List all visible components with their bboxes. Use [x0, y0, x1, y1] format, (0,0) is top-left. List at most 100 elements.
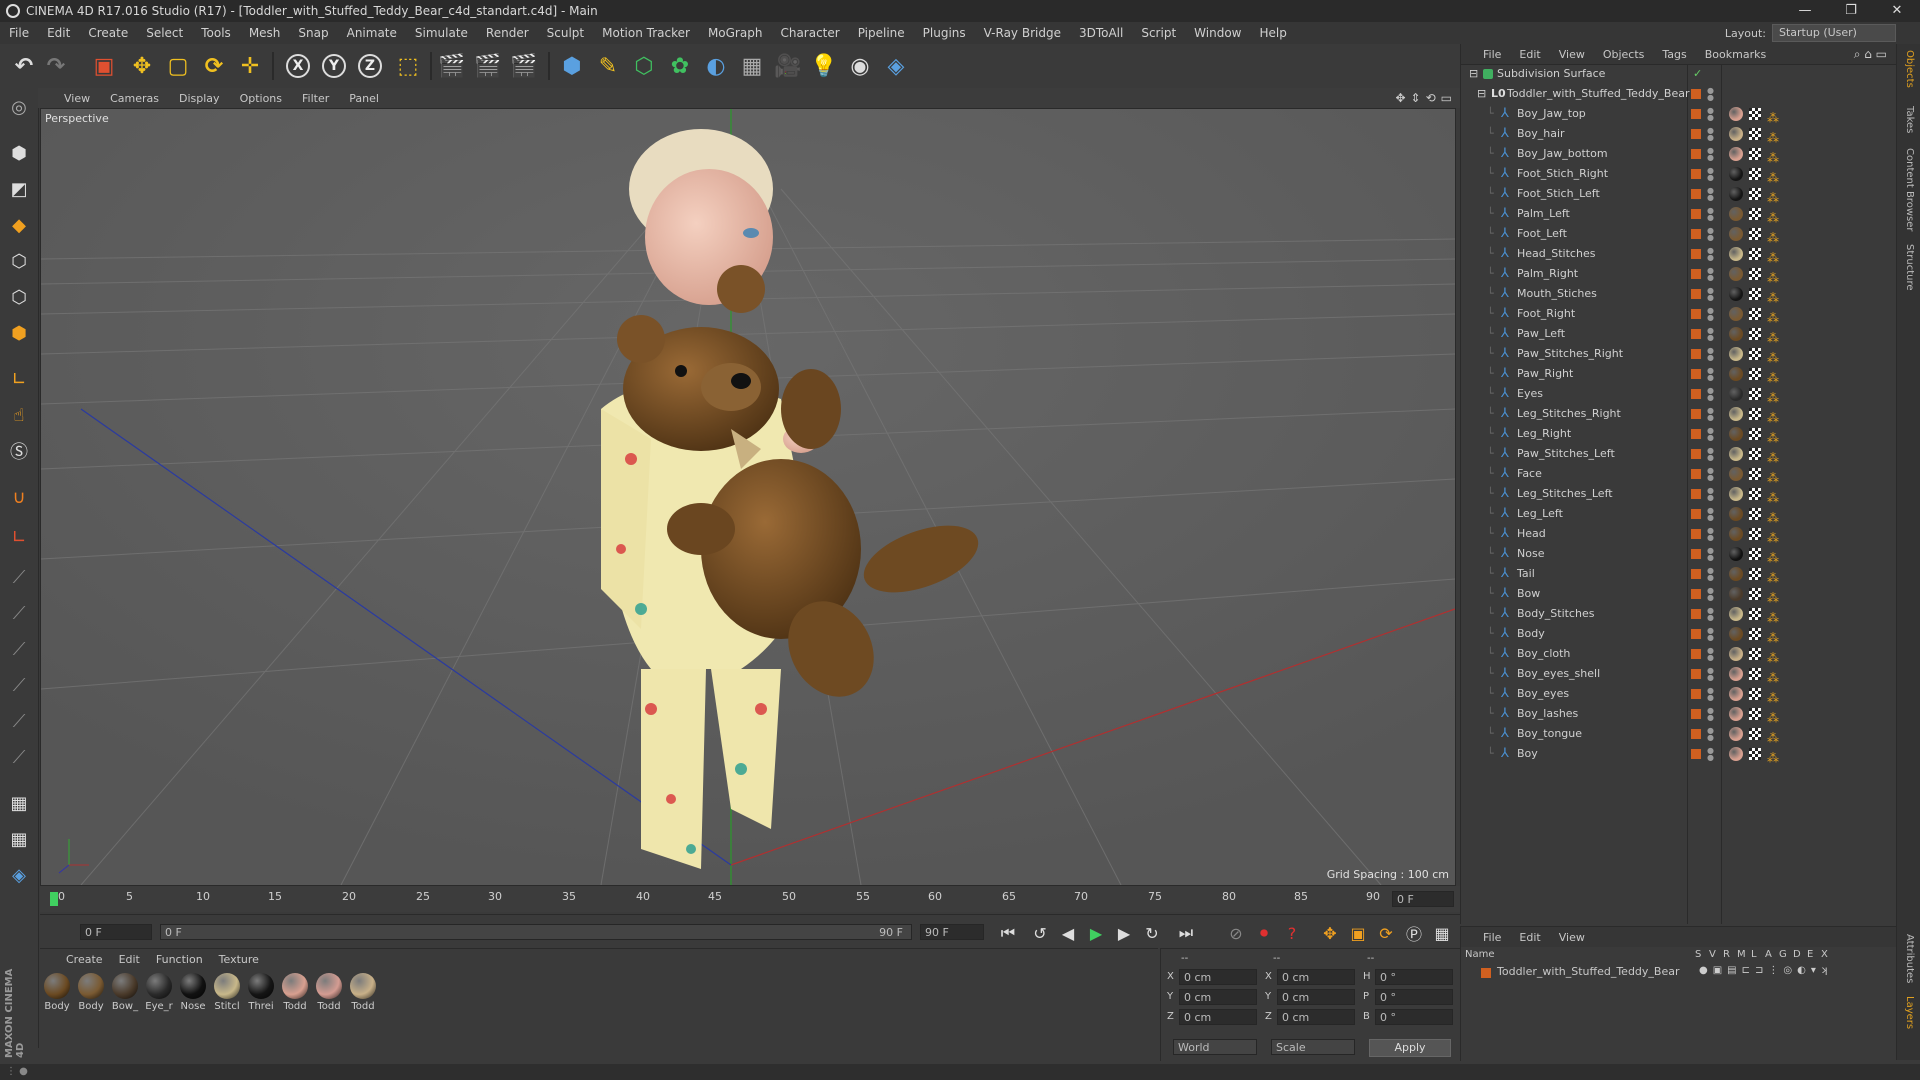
move-icon[interactable]: ✥	[126, 50, 158, 82]
texture-tag-icon[interactable]	[1749, 288, 1761, 300]
render-settings-icon[interactable]: 🎬	[508, 50, 540, 82]
texture-tag-icon[interactable]	[1749, 308, 1761, 320]
snap-icon[interactable]: Ⓢ	[4, 436, 34, 466]
menu-motion-tracker[interactable]: Motion Tracker	[593, 22, 699, 44]
material-tag-icon[interactable]	[1729, 607, 1743, 621]
visibility-dots[interactable]: ● ●	[1707, 607, 1714, 622]
object-row[interactable]: └ ⅄ Boy_hair ● ● ⁂	[1461, 124, 1897, 145]
material-tag-icon[interactable]	[1729, 747, 1743, 761]
layout-select[interactable]: Startup (User)	[1772, 24, 1896, 42]
texture-tag-icon[interactable]	[1749, 528, 1761, 540]
visibility-dots[interactable]: ● ●	[1707, 87, 1714, 102]
cube-icon[interactable]: ⬢	[556, 50, 588, 82]
object-row[interactable]: └ ⅄ Paw_Stitches_Left ● ● ⁂	[1461, 444, 1897, 465]
visibility-dots[interactable]: ● ●	[1707, 287, 1714, 302]
brush-p-icon[interactable]: ⟋	[4, 598, 34, 628]
previous-frame-icon[interactable]: ◀	[1056, 921, 1080, 945]
menu-create[interactable]: Create	[79, 22, 137, 44]
material-swatch[interactable]: Todd	[314, 973, 344, 1012]
tab-takes[interactable]: Takes	[1904, 106, 1915, 133]
viewport-menu-panel[interactable]: Panel	[339, 92, 389, 105]
texture-tag-icon[interactable]	[1749, 348, 1761, 360]
visibility-dots[interactable]: ● ●	[1707, 147, 1714, 162]
visibility-dots[interactable]: ● ●	[1707, 727, 1714, 742]
brush-g-icon[interactable]: ⟋	[4, 706, 34, 736]
visibility-dots[interactable]: ● ●	[1707, 347, 1714, 362]
objects-menu-file[interactable]: File	[1461, 48, 1510, 61]
pen-spline-icon[interactable]: ✎	[592, 50, 624, 82]
edges-mode-icon[interactable]: ⬡	[4, 282, 34, 312]
texture-tag-icon[interactable]	[1749, 688, 1761, 700]
visibility-dots[interactable]: ● ●	[1707, 647, 1714, 662]
enabled-check-icon[interactable]: ✓	[1693, 64, 1702, 84]
subdivision-icon[interactable]: ⬡	[628, 50, 660, 82]
vray-icon[interactable]: ◉	[844, 50, 876, 82]
perspective-viewport[interactable]: Perspective Grid Spacing : 100 cm	[40, 108, 1456, 886]
mograph-cloner-icon[interactable]: ✿	[664, 50, 696, 82]
visibility-dots[interactable]: ● ●	[1707, 667, 1714, 682]
scale-icon[interactable]: ▢	[162, 50, 194, 82]
menu-help[interactable]: Help	[1250, 22, 1295, 44]
axis-mode-icon[interactable]: ∟	[4, 364, 34, 394]
object-row[interactable]: └ ⅄ Body ● ● ⁂	[1461, 624, 1897, 645]
texture-tag-icon[interactable]	[1749, 228, 1761, 240]
object-row[interactable]: └ ⅄ Body_Stitches ● ● ⁂	[1461, 604, 1897, 625]
coordinate-field[interactable]: 0 cm	[1179, 1009, 1257, 1025]
tab-content-browser[interactable]: Content Browser	[1904, 148, 1915, 231]
material-tag-icon[interactable]	[1729, 687, 1743, 701]
magnet-icon[interactable]: ∪	[4, 482, 34, 512]
y-axis-icon[interactable]: Y	[318, 50, 350, 82]
menu-3dtoall[interactable]: 3DToAll	[1070, 22, 1132, 44]
visibility-dots[interactable]: ● ●	[1707, 507, 1714, 522]
layer-color-swatch[interactable]	[1481, 968, 1491, 978]
object-row[interactable]: └ ⅄ Paw_Right ● ● ⁂	[1461, 364, 1897, 385]
visibility-dots[interactable]: ● ●	[1707, 207, 1714, 222]
record-disabled-icon[interactable]: ⊘	[1224, 921, 1248, 945]
material-tag-icon[interactable]	[1729, 267, 1743, 281]
workplane-icon[interactable]: ◆	[4, 210, 34, 240]
material-tag-icon[interactable]	[1729, 527, 1743, 541]
material-menu-edit[interactable]: Edit	[111, 953, 148, 966]
visibility-dots[interactable]: ● ●	[1707, 227, 1714, 242]
material-swatch[interactable]: Todd	[280, 973, 310, 1012]
material-tag-icon[interactable]	[1729, 127, 1743, 141]
x-axis-icon[interactable]: X	[282, 50, 314, 82]
layers-menu-edit[interactable]: Edit	[1510, 931, 1549, 944]
object-row[interactable]: └ ⅄ Foot_Stich_Left ● ● ⁂	[1461, 184, 1897, 205]
material-tag-icon[interactable]	[1729, 467, 1743, 481]
layer-toggle-icons[interactable]: ●▣▤⊏⊐⋮◎◐▾ʞ	[1699, 965, 1833, 976]
material-tag-icon[interactable]	[1729, 507, 1743, 521]
autokey-icon[interactable]: ?	[1280, 921, 1304, 945]
objects-menu-view[interactable]: View	[1550, 48, 1594, 61]
timeline-ruler[interactable]: 0 5 10 15 20 25 30 35 40 45 50 55 60 65 …	[40, 886, 1460, 912]
material-tag-icon[interactable]	[1729, 367, 1743, 381]
python-script-icon[interactable]: ◈	[4, 860, 34, 890]
undo-icon[interactable]: ↶	[8, 50, 40, 82]
brush-r-icon[interactable]: ⟋	[4, 634, 34, 664]
go-to-end-icon[interactable]: ⏭	[1174, 921, 1198, 945]
texture-tag-icon[interactable]	[1749, 208, 1761, 220]
visibility-dots[interactable]: ● ●	[1707, 627, 1714, 642]
brush-s-icon[interactable]: ⟋	[4, 670, 34, 700]
material-tag-icon[interactable]	[1729, 567, 1743, 581]
transform-icon[interactable]: ✛	[234, 50, 266, 82]
light-icon[interactable]: 💡	[808, 50, 840, 82]
key-parameter-icon[interactable]: Ⓟ	[1402, 921, 1426, 945]
end-frame-field[interactable]: 90 F	[920, 924, 984, 940]
material-swatch[interactable]: Body	[76, 973, 106, 1012]
scale-mode-select[interactable]: Scale	[1271, 1039, 1355, 1055]
viewport-menu-cameras[interactable]: Cameras	[100, 92, 169, 105]
texture-tag-icon[interactable]	[1749, 268, 1761, 280]
material-tag-icon[interactable]	[1729, 547, 1743, 561]
material-tag-icon[interactable]	[1729, 307, 1743, 321]
points-mode-icon[interactable]: ⬡	[4, 246, 34, 276]
next-frame-icon[interactable]: ▶	[1112, 921, 1136, 945]
texture-tag-icon[interactable]	[1749, 448, 1761, 460]
material-tag-icon[interactable]	[1729, 247, 1743, 261]
close-button[interactable]: ✕	[1874, 0, 1920, 22]
object-row[interactable]: └ ⅄ Tail ● ● ⁂	[1461, 564, 1897, 585]
viewport-move-icon[interactable]: ✥	[1395, 91, 1405, 105]
object-row[interactable]: └ ⅄ Palm_Right ● ● ⁂	[1461, 264, 1897, 285]
texture-tag-icon[interactable]	[1749, 468, 1761, 480]
material-swatch[interactable]: Body	[42, 973, 72, 1012]
